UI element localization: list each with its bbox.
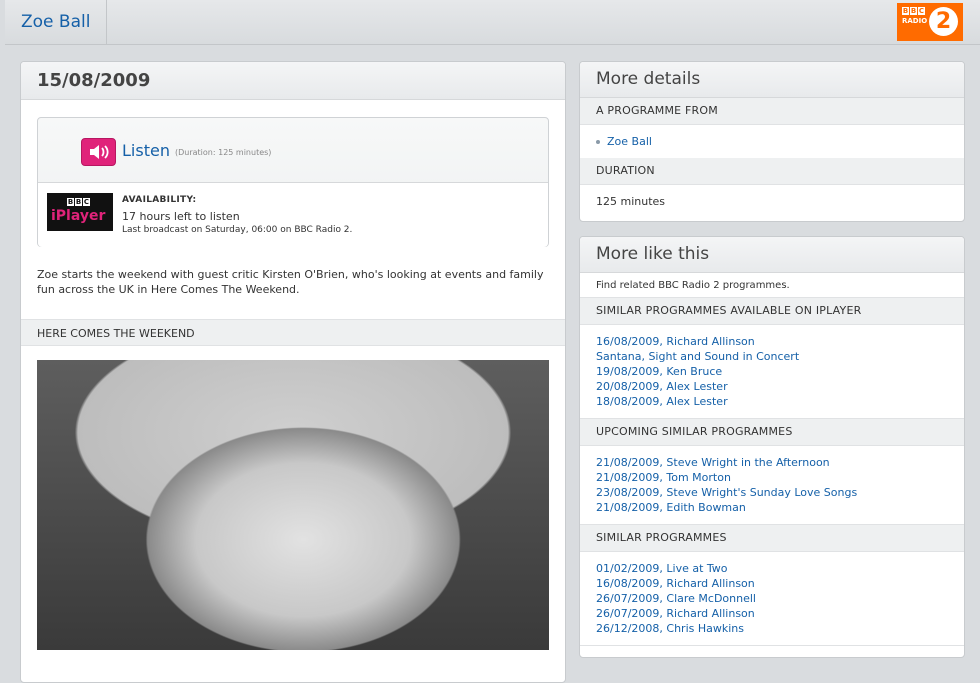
episode-summary: Zoe starts the weekend with guest critic… bbox=[37, 268, 544, 296]
programme-link[interactable]: 01/02/2009, Live at Two bbox=[596, 561, 948, 576]
programme-link[interactable]: 20/08/2009, Alex Lester bbox=[596, 379, 948, 394]
availability-label: AVAILABILITY: bbox=[122, 195, 197, 205]
programme-list: 16/08/2009, Richard Allinson Santana, Si… bbox=[580, 325, 964, 419]
programme-link[interactable]: 18/08/2009, Alex Lester bbox=[596, 394, 948, 409]
programme-link[interactable]: 23/08/2009, Steve Wright's Sunday Love S… bbox=[596, 485, 948, 500]
bbc-letter: B bbox=[910, 7, 917, 15]
iplayer-text: iPlayer bbox=[51, 208, 106, 224]
programme-list: 21/08/2009, Steve Wright in the Afternoo… bbox=[580, 446, 964, 525]
programme-link[interactable]: 26/07/2009, Richard Allinson bbox=[596, 606, 948, 621]
bbc-letter: B bbox=[902, 7, 909, 15]
top-bar: Zoe Ball B B C RADIO 2 bbox=[5, 0, 980, 45]
programme-link[interactable]: 26/12/2008, Chris Hawkins bbox=[596, 621, 948, 636]
more-details-title: More details bbox=[580, 62, 964, 98]
programme-link[interactable]: 16/08/2009, Richard Allinson bbox=[596, 334, 948, 349]
more-like-this-intro: Find related BBC Radio 2 programmes. bbox=[580, 273, 964, 298]
episode-panel: 15/08/2009 Listen (Duration: 125 minutes… bbox=[20, 61, 566, 683]
bullet-icon bbox=[596, 140, 600, 144]
episode-date: 15/08/2009 bbox=[21, 62, 565, 100]
section-label: SIMILAR PROGRAMMES bbox=[580, 525, 964, 552]
programme-link[interactable]: 21/08/2009, Steve Wright in the Afternoo… bbox=[596, 455, 948, 470]
bbc-letter: C bbox=[83, 198, 90, 206]
programme-link[interactable]: 21/08/2009, Tom Morton bbox=[596, 470, 948, 485]
programme-from-row: Zoe Ball bbox=[580, 125, 964, 158]
bbc-letter: C bbox=[918, 7, 925, 15]
station-number: 2 bbox=[929, 7, 958, 36]
programme-link[interactable]: 19/08/2009, Ken Bruce bbox=[596, 364, 948, 379]
iplayer-logo[interactable]: B B C iPlayer bbox=[47, 193, 113, 231]
iplayer-bbc-blocks: B B C bbox=[67, 198, 90, 206]
section-label: UPCOMING SIMILAR PROGRAMMES bbox=[580, 419, 964, 446]
programme-link[interactable]: 26/07/2009, Clare McDonnell bbox=[596, 591, 948, 606]
availability-row: B B C iPlayer AVAILABILITY: 17 hours lef… bbox=[38, 182, 548, 247]
radio-text: RADIO bbox=[902, 17, 928, 25]
programme-list: 01/02/2009, Live at Two 16/08/2009, Rich… bbox=[580, 552, 964, 646]
duration-label: DURATION bbox=[580, 158, 964, 185]
programme-link[interactable]: 21/08/2009, Edith Bowman bbox=[596, 500, 948, 515]
bbc-radio-2-logo[interactable]: B B C RADIO 2 bbox=[897, 3, 963, 41]
presenter-photo bbox=[37, 360, 549, 650]
programme-link[interactable]: 16/08/2009, Richard Allinson bbox=[596, 576, 948, 591]
more-details-panel: More details A PROGRAMME FROM Zoe Ball D… bbox=[579, 61, 965, 222]
bbc-letter: B bbox=[75, 198, 82, 206]
last-broadcast: Last broadcast on Saturday, 06:00 on BBC… bbox=[122, 225, 353, 235]
listen-duration: (Duration: 125 minutes) bbox=[175, 148, 272, 157]
programme-from-label: A PROGRAMME FROM bbox=[580, 98, 964, 125]
more-like-this-title: More like this bbox=[580, 237, 964, 273]
listen-link[interactable]: Listen bbox=[122, 141, 170, 160]
bbc-letter: B bbox=[67, 198, 74, 206]
brand-title-link[interactable]: Zoe Ball bbox=[5, 0, 107, 44]
programme-link[interactable]: Santana, Sight and Sound in Concert bbox=[596, 349, 948, 364]
segment-title: HERE COMES THE WEEKEND bbox=[21, 319, 565, 346]
listen-box: Listen (Duration: 125 minutes) B B C iPl… bbox=[37, 117, 549, 247]
section-label: SIMILAR PROGRAMMES AVAILABLE ON IPLAYER bbox=[580, 298, 964, 325]
duration-value: 125 minutes bbox=[596, 195, 666, 208]
speaker-icon[interactable] bbox=[81, 138, 116, 166]
bbc-logo-blocks: B B C bbox=[902, 7, 925, 15]
availability-time: 17 hours left to listen bbox=[122, 210, 240, 223]
more-like-this-panel: More like this Find related BBC Radio 2 … bbox=[579, 236, 965, 658]
programme-link[interactable]: Zoe Ball bbox=[607, 135, 652, 148]
